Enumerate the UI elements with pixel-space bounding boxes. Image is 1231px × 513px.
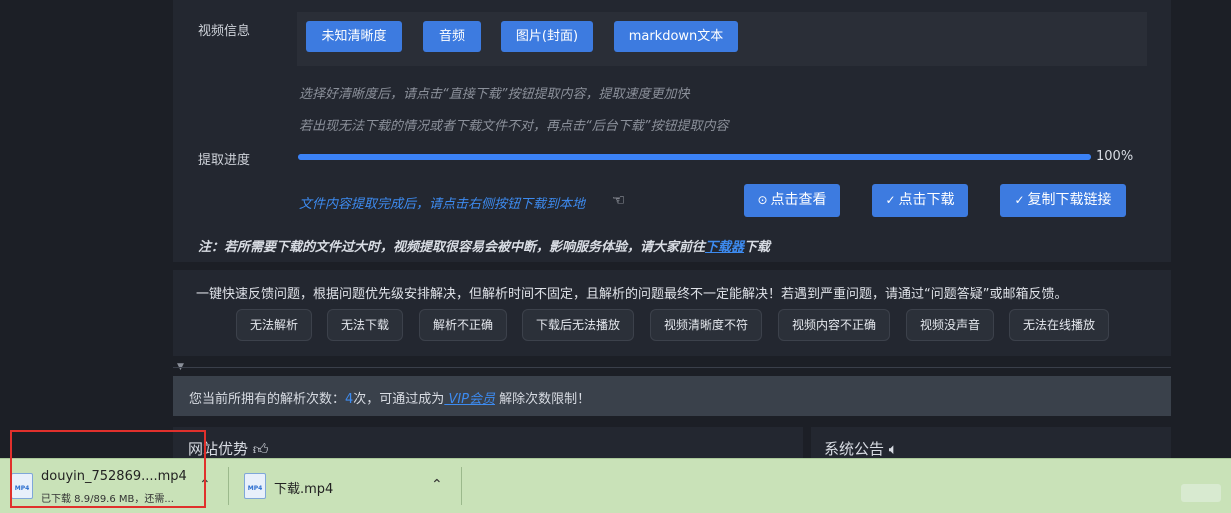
check-icon: ✓ bbox=[1014, 193, 1025, 207]
progress-bar bbox=[298, 154, 1091, 160]
feedback-incorrect-parse-button[interactable]: 解析不正确 bbox=[419, 309, 507, 341]
note-suffix: 下载 bbox=[744, 240, 771, 255]
advantages-title: 网站优势 👍︎ bbox=[188, 438, 268, 459]
copy-link-button-label: 复制下载链接 bbox=[1027, 192, 1112, 208]
note-prefix: 注：若所需要下载的文件过大时，视频提取很容易会被中断，影响服务体验，请大家前往 bbox=[198, 240, 706, 255]
large-file-note: 注：若所需要下载的文件过大时，视频提取很容易会被中断，影响服务体验，请大家前往下… bbox=[198, 236, 770, 255]
feedback-cannot-download-button[interactable]: 无法下载 bbox=[327, 309, 403, 341]
audio-button[interactable]: 音频 bbox=[423, 21, 481, 52]
download-filename: douyin_752869....mp4 bbox=[41, 469, 187, 484]
copy-link-button[interactable]: ✓ 复制下载链接 bbox=[1000, 184, 1126, 217]
hint-direct-download: 选择好清晰度后，请点击“直接下载”按钮提取内容，提取速度更加快 bbox=[299, 87, 690, 102]
feedback-no-sound-button[interactable]: 视频没声音 bbox=[906, 309, 994, 341]
feedback-text: 一键快速反馈问题，根据问题优先级安排解决，但解析时间不固定，且解析的问题最终不一… bbox=[196, 287, 1068, 302]
vip-suffix: 解除次数限制！ bbox=[495, 392, 591, 407]
download-bar-corner-widget bbox=[1181, 484, 1221, 502]
vip-member-link[interactable]: VIP会员 bbox=[444, 392, 495, 407]
download-separator bbox=[461, 467, 462, 505]
progress-label: 提取进度 bbox=[198, 153, 251, 168]
check-icon: ✓ bbox=[885, 193, 896, 207]
advantages-title-text: 网站优势 bbox=[188, 440, 249, 458]
vip-prefix: 您当前所拥有的解析次数： bbox=[189, 392, 346, 407]
download-button[interactable]: ✓ 点击下载 bbox=[872, 184, 968, 217]
vip-mid: 次，可通过成为 bbox=[353, 392, 445, 407]
view-button-label: 点击查看 bbox=[770, 192, 827, 208]
pointing-hand-icon: ☜ bbox=[612, 191, 626, 209]
feedback-wrong-content-button[interactable]: 视频内容不正确 bbox=[778, 309, 890, 341]
play-circle-icon: ⊙ bbox=[757, 193, 768, 207]
thumbs-up-icon: 👍︎ bbox=[252, 440, 269, 458]
done-message: 文件内容提取完成后，请点击右侧按钮下载到本地 bbox=[299, 197, 586, 212]
download-button-label: 点击下载 bbox=[898, 192, 955, 208]
mp4-file-icon: MP4 bbox=[11, 473, 33, 499]
speaker-icon: 🔈︎ bbox=[888, 440, 898, 458]
announcement-title: 系统公告 🔈︎ bbox=[824, 438, 898, 459]
video-info-label: 视频信息 bbox=[198, 24, 251, 39]
divider bbox=[173, 367, 1171, 368]
download-filename: 下载.mp4 bbox=[274, 482, 334, 497]
progress-percent: 100% bbox=[1096, 149, 1134, 164]
chevron-up-icon[interactable]: ⌃ bbox=[199, 477, 211, 493]
feedback-cannot-play-online-button[interactable]: 无法在线播放 bbox=[1009, 309, 1109, 341]
announcement-title-text: 系统公告 bbox=[824, 440, 885, 458]
view-button[interactable]: ⊙ 点击查看 bbox=[744, 184, 840, 217]
downloader-link[interactable]: 下载器 bbox=[705, 240, 744, 255]
vip-message: 您当前所拥有的解析次数：4次，可通过成为 VIP会员 解除次数限制！ bbox=[189, 388, 590, 407]
feedback-cannot-play-button[interactable]: 下载后无法播放 bbox=[522, 309, 634, 341]
progress-fill bbox=[298, 154, 1091, 160]
feedback-quality-mismatch-button[interactable]: 视频清晰度不符 bbox=[650, 309, 762, 341]
download-separator bbox=[228, 467, 229, 505]
download-status: 已下载 8.9/89.6 MB，还需... bbox=[41, 494, 174, 505]
browser-download-bar: MP4 douyin_752869....mp4 已下载 8.9/89.6 MB… bbox=[0, 458, 1231, 513]
chevron-up-icon[interactable]: ⌃ bbox=[431, 477, 443, 493]
cover-image-button[interactable]: 图片(封面) bbox=[501, 21, 593, 52]
feedback-cannot-parse-button[interactable]: 无法解析 bbox=[236, 309, 312, 341]
markdown-text-button[interactable]: markdown文本 bbox=[614, 21, 738, 52]
unknown-quality-button[interactable]: 未知清晰度 bbox=[306, 21, 402, 52]
mp4-file-icon: MP4 bbox=[244, 473, 266, 499]
hint-background-download: 若出现无法下载的情况或者下载文件不对，再点击“后台下载”按钮提取内容 bbox=[299, 119, 729, 134]
